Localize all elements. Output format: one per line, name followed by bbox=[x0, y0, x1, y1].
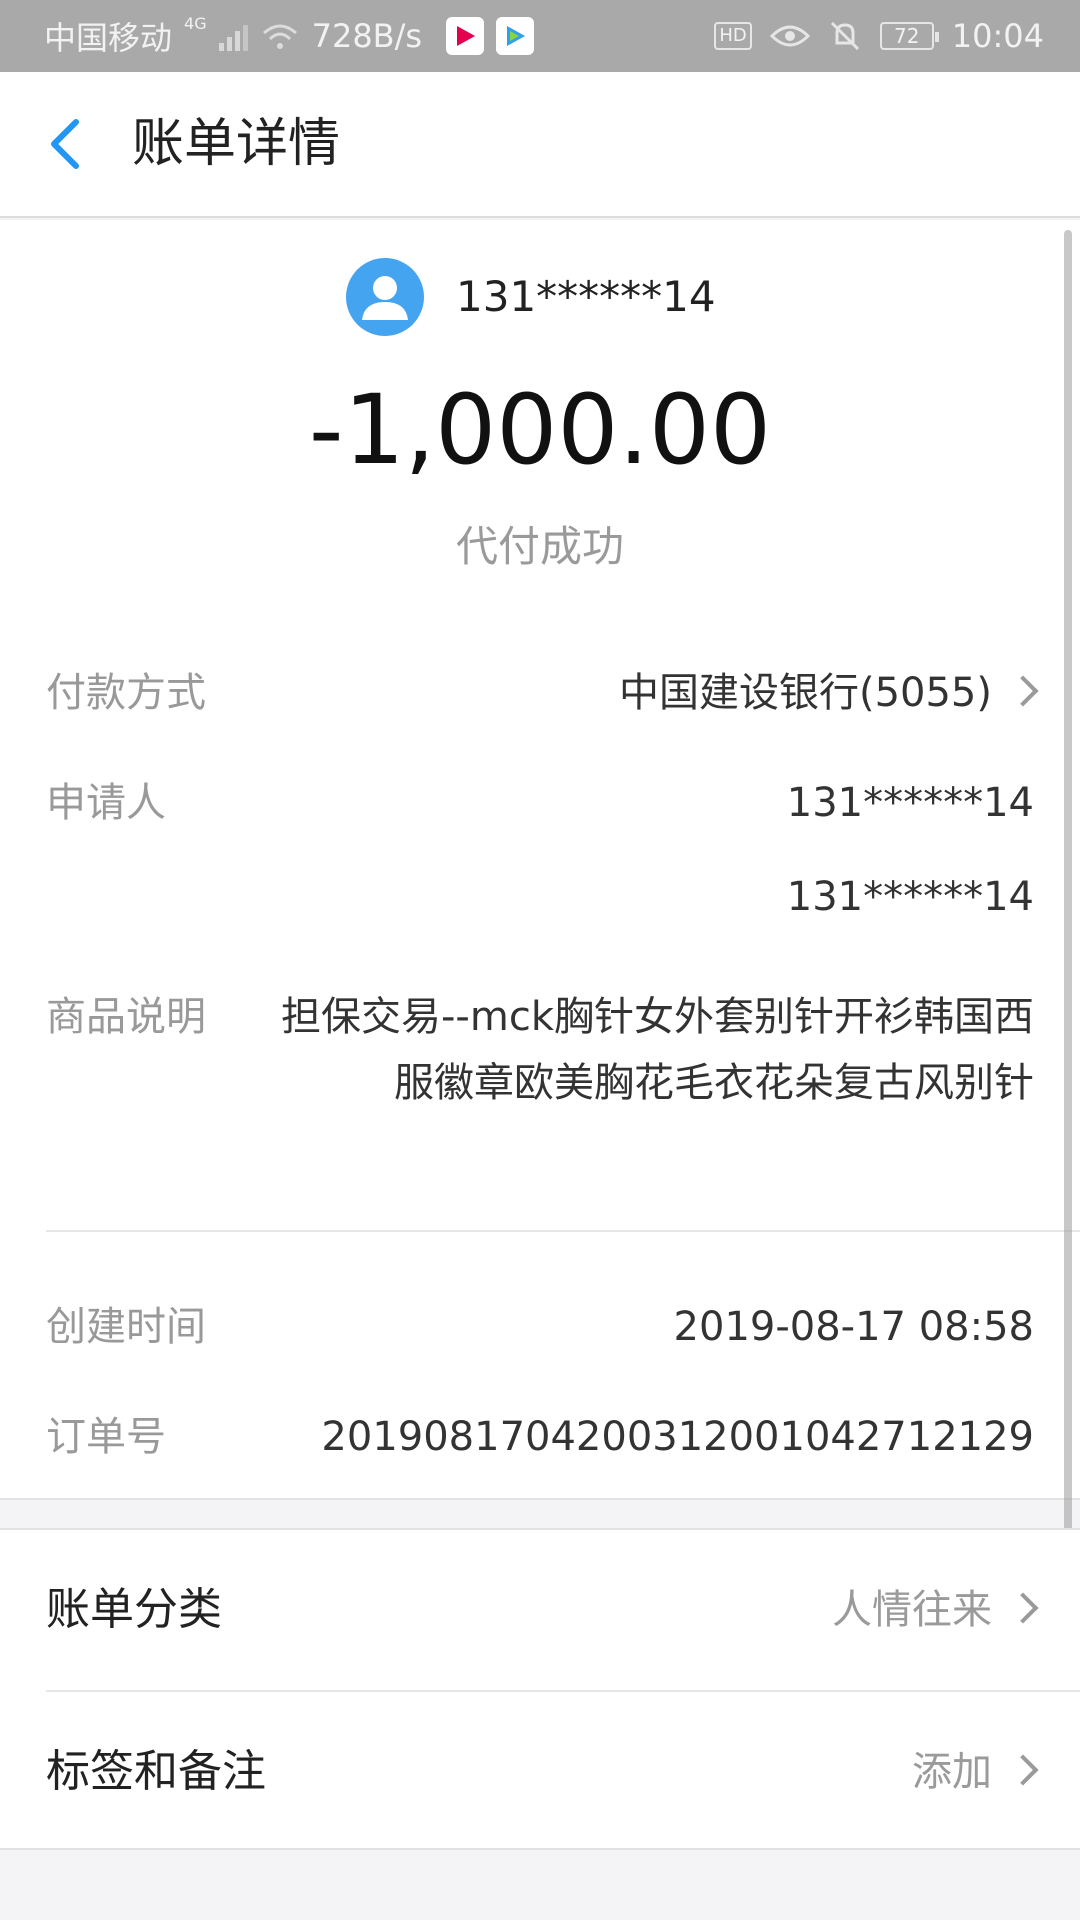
bill-category-row[interactable]: 账单分类 人情往来 bbox=[0, 1530, 1080, 1690]
product-desc-value: 担保交易--mck胸针女外套别针开衫韩国西服徽章欧美胸花毛衣花朵复古风别针 bbox=[281, 994, 1034, 1106]
network-type: 4G bbox=[184, 14, 207, 33]
user-icon bbox=[362, 276, 408, 320]
bill-category-label: 账单分类 bbox=[46, 1584, 222, 1635]
order-number-label: 订单号 bbox=[46, 1414, 166, 1460]
payment-method-value: 中国建设银行(5055) bbox=[618, 670, 992, 716]
scrollbar[interactable] bbox=[1064, 230, 1072, 1540]
clock: 10:04 bbox=[951, 17, 1044, 55]
bill-category-value-wrap: 人情往来 bbox=[832, 1580, 1039, 1640]
created-time-value: 2019-08-17 08:58 bbox=[673, 1304, 1034, 1350]
avatar[interactable] bbox=[346, 258, 424, 336]
applicant-value: 131******14 bbox=[786, 780, 1034, 826]
status-bar: 中国移动 4G 728B/s HD 72 10:04 bbox=[0, 0, 1080, 72]
chevron-right-icon bbox=[1007, 1592, 1039, 1624]
eye-icon bbox=[769, 25, 810, 47]
back-icon[interactable] bbox=[40, 114, 100, 174]
carrier-name: 中国移动 bbox=[44, 19, 173, 57]
player-app-icon bbox=[496, 17, 535, 55]
page-title: 账单详情 bbox=[132, 114, 341, 174]
app-header: 账单详情 bbox=[0, 72, 1080, 218]
tags-notes-value: 添加 bbox=[912, 1749, 992, 1795]
payment-method-label: 付款方式 bbox=[46, 670, 206, 716]
divider bbox=[46, 1230, 1080, 1232]
order-number-value: 2019081704200312001042712129 bbox=[321, 1414, 1034, 1460]
wifi-icon bbox=[262, 24, 297, 49]
chevron-right-icon bbox=[1007, 1754, 1039, 1786]
status-right: HD 72 10:04 bbox=[714, 0, 1044, 72]
bill-amount: -1,000.00 bbox=[308, 374, 772, 486]
tags-notes-row[interactable]: 标签和备注 添加 bbox=[0, 1692, 1080, 1852]
applicant-label: 申请人 bbox=[46, 780, 166, 826]
product-desc-label: 商品说明 bbox=[46, 994, 206, 1040]
applicant-value-secondary: 131******14 bbox=[786, 874, 1034, 920]
mute-bell-icon bbox=[830, 21, 859, 51]
network-speed: 728B/s bbox=[311, 17, 423, 55]
battery-icon: 72 bbox=[879, 22, 939, 50]
payment-method-row[interactable]: 中国建设银行(5055) bbox=[618, 666, 1039, 720]
signal-icon bbox=[218, 21, 248, 51]
created-time-label: 创建时间 bbox=[46, 1304, 206, 1350]
tags-notes-label: 标签和备注 bbox=[46, 1746, 266, 1797]
tags-notes-value-wrap: 添加 bbox=[912, 1742, 1039, 1802]
video-app-icon bbox=[446, 17, 485, 55]
chevron-right-icon bbox=[1007, 675, 1039, 707]
bill-options-group: 账单分类 人情往来 标签和备注 添加 bbox=[0, 1528, 1080, 1850]
bill-category-value: 人情往来 bbox=[832, 1587, 992, 1633]
counterparty-account[interactable]: 131******14 bbox=[456, 270, 716, 324]
bill-detail-card: 131******14 -1,000.00 代付成功 付款方式 中国建设银行(5… bbox=[0, 220, 1080, 1540]
status-left: 中国移动 4G 728B/s bbox=[44, 0, 535, 72]
payment-status: 代付成功 bbox=[455, 522, 624, 571]
hd-badge: HD bbox=[714, 22, 752, 50]
